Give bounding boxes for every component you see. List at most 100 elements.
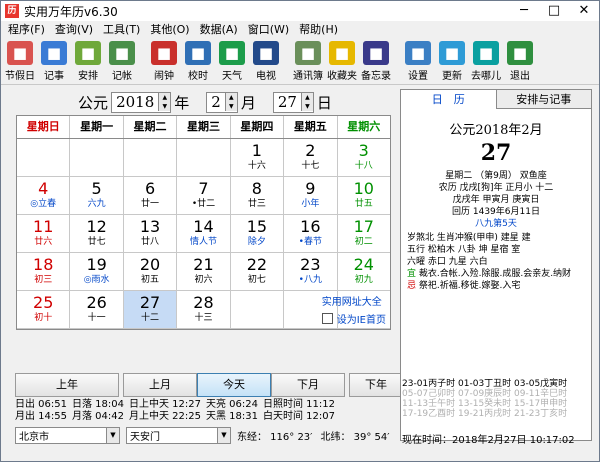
toolbar-button-4[interactable]: ■ 闹钟 xyxy=(147,38,181,82)
day-cell[interactable]: 27 十二 xyxy=(123,291,178,328)
menu-help[interactable]: 帮助(H) xyxy=(294,21,343,38)
day-cell[interactable]: 18 初三 xyxy=(17,253,71,290)
toolbar-button-14[interactable]: ■ 退出 xyxy=(503,38,537,82)
district-value[interactable]: 天安门 xyxy=(127,428,217,443)
alarm-clock-icon[interactable]: ■ xyxy=(151,41,177,65)
spin-up-icon[interactable]: ▲ xyxy=(159,93,171,102)
set-homepage-checkbox[interactable]: 设为IE首页 xyxy=(321,311,386,326)
day-cell[interactable]: 2 十七 xyxy=(284,139,338,176)
day-number: 21 xyxy=(193,255,214,274)
prev-year-button[interactable]: 上年 xyxy=(15,373,119,397)
day-cell[interactable]: 14 情人节 xyxy=(177,215,231,252)
year-spinner[interactable]: 2018 ▲ ▼ xyxy=(111,91,172,113)
spin-down-icon[interactable]: ▼ xyxy=(225,102,237,111)
day-cell[interactable]: 19 ◎雨水 xyxy=(70,253,124,290)
tab-schedule[interactable]: 安排与记事 xyxy=(496,90,591,109)
tv-icon[interactable]: ■ xyxy=(253,41,279,65)
day-cell[interactable]: 11 廿六 xyxy=(17,215,71,252)
menu-data[interactable]: 数据(A) xyxy=(195,21,243,38)
today-button[interactable]: 今天 xyxy=(197,373,271,397)
useful-sites-link[interactable]: 实用网址大全 xyxy=(322,293,386,308)
toolbar-button-7[interactable]: ■ 电视 xyxy=(249,38,283,82)
spin-down-icon[interactable]: ▼ xyxy=(301,102,313,111)
district-select[interactable]: 天安门 ▼ xyxy=(126,427,231,444)
day-cell[interactable]: 22 初七 xyxy=(231,253,285,290)
menu-window[interactable]: 窗口(W) xyxy=(243,21,294,38)
chevron-down-icon[interactable]: ▼ xyxy=(106,428,119,443)
day-cell[interactable]: 4 ◎立春 xyxy=(17,177,71,214)
menu-query[interactable]: 查询(V) xyxy=(50,21,98,38)
toolbar-button-3[interactable]: ■ 记帐 xyxy=(105,38,139,82)
day-spinner[interactable]: 27 ▲ ▼ xyxy=(272,91,314,113)
toolbar-button-8[interactable]: ■ 通讯簿 xyxy=(291,38,325,82)
schedule-icon[interactable]: ■ xyxy=(75,41,101,65)
month-spinner[interactable]: 2 ▲ ▼ xyxy=(206,91,238,113)
toolbar-button-11[interactable]: ■ 设置 xyxy=(401,38,435,82)
day-cell[interactable]: 15 除夕 xyxy=(231,215,285,252)
toolbar-button-2[interactable]: ■ 安排 xyxy=(71,38,105,82)
toolbar-button-13[interactable]: ■ 去哪儿 xyxy=(469,38,503,82)
toolbar-button-5[interactable]: ■ 校时 xyxy=(181,38,215,82)
holiday-icon[interactable]: ■ xyxy=(7,41,33,65)
year-value[interactable]: 2018 xyxy=(112,93,158,111)
address-book-icon[interactable]: ■ xyxy=(295,41,321,65)
toolbar-button-6[interactable]: ■ 天气 xyxy=(215,38,249,82)
next-month-button[interactable]: 下月 xyxy=(271,373,345,397)
day-cell[interactable]: 12 廿七 xyxy=(70,215,124,252)
tab-calendar[interactable]: 日 历 xyxy=(401,90,497,109)
menu-program[interactable]: 程序(F) xyxy=(3,21,50,38)
chevron-down-icon[interactable]: ▼ xyxy=(217,428,230,443)
menu-other[interactable]: 其他(O) xyxy=(145,21,194,38)
set-homepage-label[interactable]: 设为IE首页 xyxy=(337,311,386,326)
day-cell[interactable]: 7 •廿二 xyxy=(177,177,231,214)
close-icon[interactable]: ✕ xyxy=(569,1,599,21)
day-value[interactable]: 27 xyxy=(274,93,301,111)
day-cell[interactable]: 10 廿五 xyxy=(338,177,390,214)
day-cell[interactable]: 9 小年 xyxy=(284,177,338,214)
day-cell[interactable]: 1 十六 xyxy=(231,139,285,176)
checkbox-icon[interactable] xyxy=(321,313,333,324)
menu-tools[interactable]: 工具(T) xyxy=(98,21,145,38)
ledger-icon[interactable]: ■ xyxy=(109,41,135,65)
day-cell[interactable]: 21 初六 xyxy=(177,253,231,290)
settings-icon[interactable]: ■ xyxy=(405,41,431,65)
favorites-star-icon[interactable]: ■ xyxy=(329,41,355,65)
day-cell[interactable]: 8 廿三 xyxy=(231,177,285,214)
memo-icon[interactable]: ■ xyxy=(363,41,389,65)
toolbar-button-1[interactable]: ■ 记事 xyxy=(37,38,71,82)
exit-door-icon[interactable]: ■ xyxy=(507,41,533,65)
minimize-icon[interactable]: ─ xyxy=(509,1,539,21)
prev-month-button[interactable]: 上月 xyxy=(123,373,197,397)
camel-icon[interactable]: ■ xyxy=(473,41,499,65)
day-cell[interactable]: 13 廿八 xyxy=(124,215,178,252)
toolbar-label: 校时 xyxy=(188,71,208,82)
day-cell[interactable]: 6 廿一 xyxy=(124,177,178,214)
weekday-wed: 星期三 xyxy=(177,116,231,138)
spin-up-icon[interactable]: ▲ xyxy=(301,93,313,102)
maximize-icon[interactable]: □ xyxy=(539,1,569,21)
toolbar-button-10[interactable]: ■ 备忘录 xyxy=(359,38,393,82)
update-icon[interactable]: ■ xyxy=(439,41,465,65)
day-cell[interactable]: 25 初十 xyxy=(17,291,71,328)
spin-down-icon[interactable]: ▼ xyxy=(159,102,171,111)
month-value[interactable]: 2 xyxy=(207,93,225,111)
day-cell[interactable]: 26 十一 xyxy=(70,291,124,328)
time-sync-icon[interactable]: ■ xyxy=(185,41,211,65)
toolbar-button-12[interactable]: ■ 更新 xyxy=(435,38,469,82)
toolbar-button-0[interactable]: ■ 节假日 xyxy=(3,38,37,82)
day-cell[interactable]: 20 初五 xyxy=(124,253,178,290)
spin-up-icon[interactable]: ▲ xyxy=(225,93,237,102)
day-cell[interactable]: 5 六九 xyxy=(70,177,124,214)
day-cell[interactable]: 23 •八九 xyxy=(284,253,338,290)
notes-icon[interactable]: ■ xyxy=(41,41,67,65)
day-cell[interactable]: 16 •春节 xyxy=(284,215,338,252)
weather-icon[interactable]: ■ xyxy=(219,41,245,65)
day-cell[interactable]: 3 十八 xyxy=(338,139,390,176)
city-value[interactable]: 北京市 xyxy=(16,428,106,443)
day-cell[interactable]: 17 初二 xyxy=(338,215,390,252)
next-year-button[interactable]: 下年 xyxy=(349,373,403,397)
city-select[interactable]: 北京市 ▼ xyxy=(15,427,120,444)
day-cell[interactable]: 28 十三 xyxy=(177,291,231,328)
day-cell[interactable]: 24 初九 xyxy=(338,253,390,290)
toolbar-button-9[interactable]: ■ 收藏夹 xyxy=(325,38,359,82)
